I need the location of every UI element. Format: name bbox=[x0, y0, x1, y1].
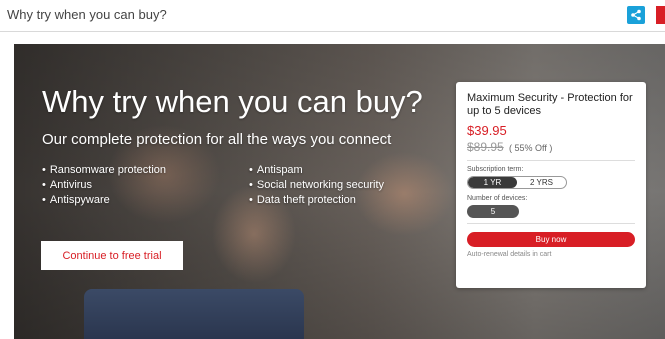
share-button[interactable] bbox=[627, 6, 645, 24]
old-price-row: $89.95 ( 55% Off ) bbox=[467, 140, 635, 154]
side-tab[interactable] bbox=[656, 6, 665, 24]
term-option-1yr[interactable]: 1 YR bbox=[468, 177, 517, 188]
buy-now-button[interactable]: Buy now bbox=[467, 232, 635, 247]
devices-select[interactable]: 5 bbox=[467, 205, 519, 218]
feature-list-left: Ransomware protection Antivirus Antispyw… bbox=[42, 163, 166, 208]
devices-label: Number of devices: bbox=[467, 195, 528, 202]
feature-list-right: Antispam Social networking security Data… bbox=[249, 163, 384, 208]
renewal-note: Auto-renewal details in cart bbox=[467, 251, 552, 258]
share-icon bbox=[631, 9, 641, 21]
hero-subtitle: Our complete protection for all the ways… bbox=[42, 131, 392, 148]
hero-headline: Why try when you can buy? bbox=[42, 84, 423, 119]
term-toggle: 1 YR 2 YRS bbox=[467, 176, 567, 189]
offer-card: Maximum Security - Protection for up to … bbox=[456, 82, 646, 288]
feature-item: Antispyware bbox=[42, 193, 166, 208]
term-option-2yrs[interactable]: 2 YRS bbox=[517, 177, 566, 188]
product-name: Maximum Security - Protection for up to … bbox=[467, 92, 633, 117]
current-price: $39.95 bbox=[467, 123, 507, 138]
hero-banner: Why try when you can buy? Our complete p… bbox=[14, 44, 665, 339]
free-trial-button[interactable]: Continue to free trial bbox=[41, 241, 183, 270]
old-price: $89.95 bbox=[467, 140, 504, 154]
laptop-image bbox=[84, 289, 304, 339]
feature-item: Ransomware protection bbox=[42, 163, 166, 178]
divider bbox=[467, 160, 635, 161]
page-title: Why try when you can buy? bbox=[7, 7, 167, 22]
feature-item: Data theft protection bbox=[249, 193, 384, 208]
feature-item: Antispam bbox=[249, 163, 384, 178]
term-label: Subscription term: bbox=[467, 166, 524, 173]
feature-item: Antivirus bbox=[42, 178, 166, 193]
discount-label: ( 55% Off ) bbox=[509, 143, 553, 153]
top-bar: Why try when you can buy? bbox=[0, 0, 665, 32]
feature-item: Social networking security bbox=[249, 178, 384, 193]
divider bbox=[467, 223, 635, 224]
